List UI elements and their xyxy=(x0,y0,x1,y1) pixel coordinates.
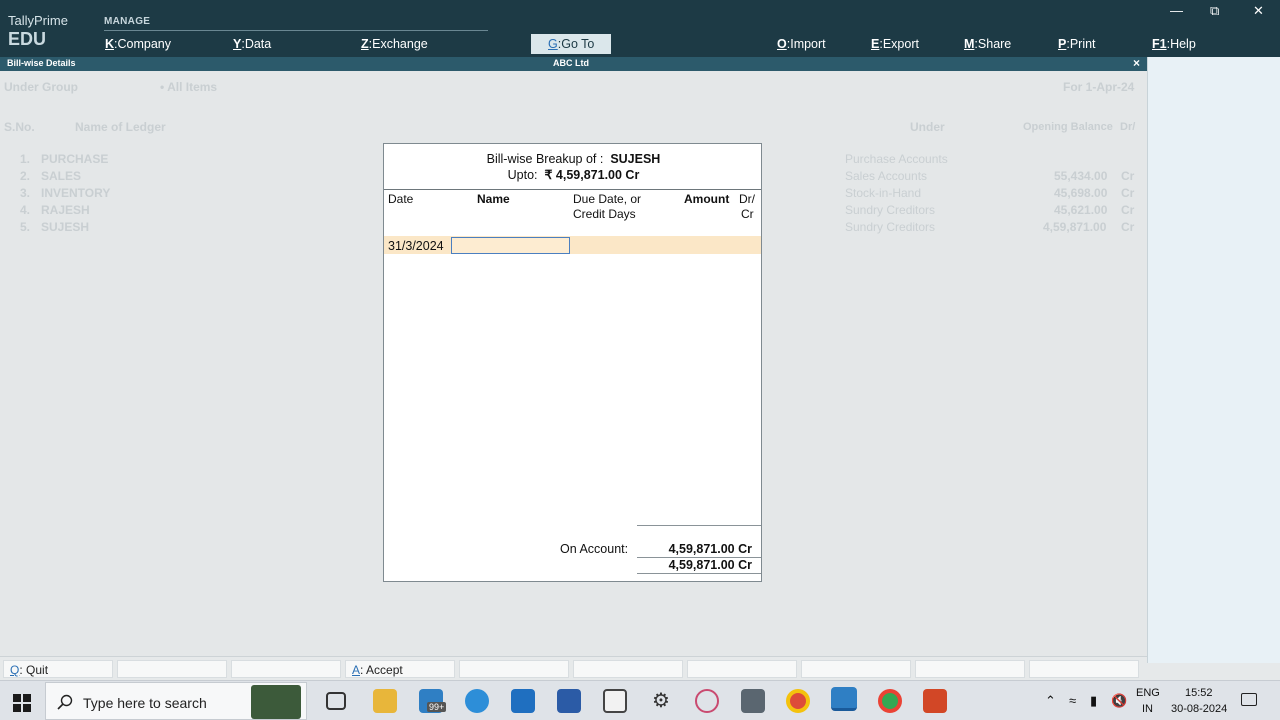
col-due-date: Due Date, or xyxy=(573,192,642,206)
tally-icon[interactable] xyxy=(603,689,627,713)
on-account-label: On Account: xyxy=(560,542,629,556)
restore-icon[interactable]: ⧉ xyxy=(1210,3,1219,19)
accept-button[interactable]: A: Accept xyxy=(345,660,455,678)
top-bar: TallyPrime EDU MANAGE K:Company Y:Data Z… xyxy=(0,0,1280,57)
menu-print[interactable]: P:Print xyxy=(1058,37,1096,51)
active-app-icon[interactable] xyxy=(831,687,857,711)
under-group-label: Under Group xyxy=(4,80,78,94)
brand: TallyPrime EDU xyxy=(8,14,68,48)
windows-start-icon[interactable] xyxy=(13,694,31,712)
header-divider xyxy=(384,189,761,190)
powerpoint-icon[interactable] xyxy=(923,689,947,713)
bottom-button-bar: Q: Quit A: Accept xyxy=(0,656,1147,680)
snipping-tool-icon[interactable] xyxy=(695,689,719,713)
empty-button[interactable] xyxy=(459,660,569,678)
empty-button[interactable] xyxy=(687,660,797,678)
windows-taskbar: Type here to search 99+ ⚙ ⌃ ≈ ▮ 🔇 ENG IN… xyxy=(0,680,1280,720)
menu-exchange[interactable]: Z:Exchange xyxy=(361,37,428,51)
menu-import[interactable]: O:Import xyxy=(777,37,826,51)
language-region[interactable]: IN xyxy=(1142,703,1153,715)
quit-button[interactable]: Q: Quit xyxy=(3,660,113,678)
product-name: TallyPrime xyxy=(8,13,68,28)
menu-share[interactable]: M:Share xyxy=(964,37,1011,51)
empty-button[interactable] xyxy=(915,660,1025,678)
company-name: ABC Ltd xyxy=(553,58,589,68)
empty-button[interactable] xyxy=(801,660,911,678)
screen-title-bar: Bill-wise Details ABC Ltd × xyxy=(0,56,1147,71)
word-icon[interactable] xyxy=(557,689,581,713)
menu-export[interactable]: E:Export xyxy=(871,37,919,51)
on-account-amount: 4,59,871.00 Cr xyxy=(668,542,752,556)
chrome-profile-icon[interactable] xyxy=(878,689,902,713)
button-panel xyxy=(1147,57,1280,663)
empty-button[interactable] xyxy=(117,660,227,678)
edition-name: EDU xyxy=(8,29,47,49)
dialog-title: Bill-wise Breakup of : SUJESH xyxy=(486,152,661,166)
tally-window: TallyPrime EDU MANAGE K:Company Y:Data Z… xyxy=(0,0,1280,720)
total-top-divider xyxy=(637,525,761,526)
total-amount: 4,59,871.00 Cr xyxy=(668,558,752,572)
col-bill-name: Name xyxy=(477,192,510,206)
mail-badge: 99+ xyxy=(427,702,447,712)
screen-title: Bill-wise Details xyxy=(7,58,76,68)
col-drcr: Dr/ xyxy=(739,192,755,206)
col-opening-balance: Opening Balance xyxy=(1023,121,1113,133)
empty-button[interactable] xyxy=(573,660,683,678)
menu-group-divider xyxy=(104,30,488,31)
total-bottom-divider xyxy=(637,573,761,574)
search-placeholder: Type here to search xyxy=(83,695,207,711)
language-primary[interactable]: ENG xyxy=(1136,687,1160,699)
upto-amount: ₹ 4,59,871.00 Cr xyxy=(544,168,640,182)
minimize-icon[interactable]: — xyxy=(1170,3,1183,18)
col-credit-days: Credit Days xyxy=(573,207,636,221)
empty-button[interactable] xyxy=(231,660,341,678)
col-drcr: Dr/ xyxy=(1120,121,1136,133)
filter-label: • All Items xyxy=(160,80,218,94)
col-amount: Amount xyxy=(684,192,730,206)
col-drcr-2: Cr xyxy=(741,207,754,221)
col-sno: S.No. xyxy=(4,120,35,134)
clock-time[interactable]: 15:52 xyxy=(1185,687,1213,699)
menu-help[interactable]: F1:Help xyxy=(1152,37,1196,51)
close-screen-icon[interactable]: × xyxy=(1133,56,1140,70)
edge-icon[interactable] xyxy=(465,689,489,713)
clock-date[interactable]: 30-08-2024 xyxy=(1171,703,1227,715)
period-label: For 1-Apr-24 xyxy=(1063,80,1135,94)
billwise-breakup-dialog: Bill-wise Breakup of : SUJESH Upto: ₹ 4,… xyxy=(383,143,762,582)
store-icon[interactable] xyxy=(511,689,535,713)
battery-icon[interactable]: ▮ xyxy=(1090,693,1097,709)
notification-icon[interactable] xyxy=(1241,693,1257,706)
network-icon[interactable]: ≈ xyxy=(1069,693,1076,708)
bill-name-input[interactable] xyxy=(451,237,570,254)
task-view-icon[interactable] xyxy=(326,692,346,710)
settings-icon[interactable]: ⚙ xyxy=(649,689,673,713)
bill-date[interactable]: 31/3/2024 xyxy=(388,239,444,253)
file-explorer-icon[interactable] xyxy=(373,689,397,713)
col-name: Name of Ledger xyxy=(75,120,166,134)
close-window-icon[interactable]: ✕ xyxy=(1253,3,1264,19)
calculator-icon[interactable] xyxy=(741,689,765,713)
search-highlight-icon xyxy=(251,685,301,719)
dialog-upto: Upto: ₹ 4,59,871.00 Cr xyxy=(507,168,640,182)
menu-group-label: MANAGE xyxy=(104,16,151,27)
menu-goto[interactable]: G:Go To xyxy=(531,34,611,54)
taskbar-search-box[interactable]: Type here to search xyxy=(45,682,307,720)
col-under: Under xyxy=(910,120,945,134)
menu-data[interactable]: Y:Data xyxy=(233,37,271,51)
chrome-icon[interactable] xyxy=(786,689,810,713)
menu-company[interactable]: K:Company xyxy=(105,37,171,51)
tray-chevron-icon[interactable]: ⌃ xyxy=(1045,693,1056,709)
ledger-name: SUJESH xyxy=(610,152,661,166)
col-date: Date xyxy=(388,192,414,206)
volume-icon[interactable]: 🔇 xyxy=(1111,693,1127,709)
search-icon xyxy=(57,694,73,710)
empty-button[interactable] xyxy=(1029,660,1139,678)
